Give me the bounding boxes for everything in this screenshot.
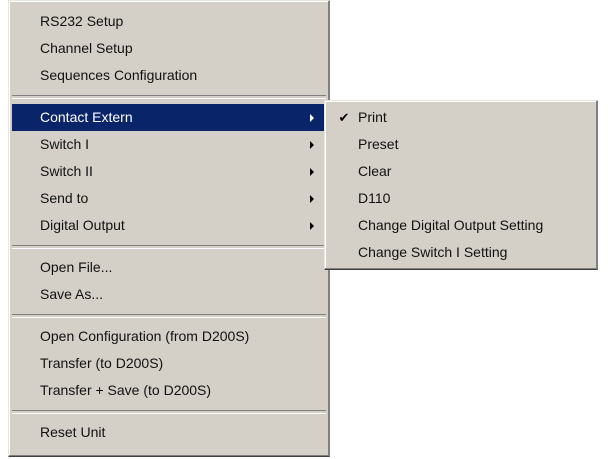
menu-item-label: Save As... bbox=[40, 286, 104, 302]
menu-item-label: Switch I bbox=[40, 136, 90, 152]
submenu-item-label: Preset bbox=[358, 136, 399, 152]
menu-item-label: Switch II bbox=[40, 163, 93, 179]
menu-item-send-to[interactable]: Send to bbox=[12, 185, 326, 212]
menu-item-reset-unit[interactable]: Reset Unit bbox=[12, 419, 326, 446]
submenu-item-print[interactable]: ✔ Print bbox=[328, 104, 594, 131]
checkmark-icon: ✔ bbox=[338, 110, 350, 125]
submenu-arrow-icon bbox=[310, 222, 314, 230]
menu-item-label: Open Configuration (from D200S) bbox=[40, 328, 250, 344]
submenu-arrow-icon bbox=[310, 195, 314, 203]
submenu-item-clear[interactable]: Clear bbox=[328, 158, 594, 185]
submenu-item-label: Change Digital Output Setting bbox=[358, 217, 544, 233]
submenu-arrow-icon bbox=[310, 168, 314, 176]
submenu-item-preset[interactable]: Preset bbox=[328, 131, 594, 158]
menu-item-digital-output[interactable]: Digital Output bbox=[12, 212, 326, 239]
submenu-item-change-switch-i-setting[interactable]: Change Switch I Setting bbox=[328, 239, 594, 266]
menu-item-label: Reset Unit bbox=[40, 424, 106, 440]
submenu-item-d110[interactable]: D110 bbox=[328, 185, 594, 212]
contact-extern-submenu: ✔ Print Preset Clear D110 Change Digital… bbox=[324, 100, 598, 270]
menu-item-label: Send to bbox=[40, 190, 89, 206]
menu-item-label: Transfer + Save (to D200S) bbox=[40, 382, 212, 398]
menu-item-transfer-save[interactable]: Transfer + Save (to D200S) bbox=[12, 377, 326, 404]
submenu-item-change-digital-output-setting[interactable]: Change Digital Output Setting bbox=[328, 212, 594, 239]
screen: RS232 Setup Channel Setup Sequences Conf… bbox=[0, 0, 608, 459]
menu-item-label: Channel Setup bbox=[40, 40, 133, 56]
submenu-arrow-icon bbox=[310, 141, 314, 149]
menu-separator bbox=[12, 95, 326, 99]
menu-item-rs232-setup[interactable]: RS232 Setup bbox=[12, 8, 326, 35]
menu-item-open-configuration[interactable]: Open Configuration (from D200S) bbox=[12, 323, 326, 350]
menu-item-contact-extern[interactable]: Contact Extern bbox=[12, 104, 326, 131]
menu-separator bbox=[12, 410, 326, 414]
main-context-menu: RS232 Setup Channel Setup Sequences Conf… bbox=[8, 0, 330, 457]
submenu-item-label: Change Switch I Setting bbox=[358, 244, 508, 260]
menu-item-transfer[interactable]: Transfer (to D200S) bbox=[12, 350, 326, 377]
menu-item-label: Open File... bbox=[40, 259, 113, 275]
menu-separator bbox=[12, 314, 326, 318]
menu-item-label: RS232 Setup bbox=[40, 13, 124, 29]
menu-item-save-as[interactable]: Save As... bbox=[12, 281, 326, 308]
menu-item-switch-ii[interactable]: Switch II bbox=[12, 158, 326, 185]
submenu-item-label: Print bbox=[358, 109, 387, 125]
submenu-item-label: Clear bbox=[358, 163, 392, 179]
menu-item-label: Digital Output bbox=[40, 217, 125, 233]
menu-item-sequences-configuration[interactable]: Sequences Configuration bbox=[12, 62, 326, 89]
submenu-arrow-icon bbox=[310, 114, 314, 122]
menu-item-label: Transfer (to D200S) bbox=[40, 355, 164, 371]
menu-separator bbox=[12, 245, 326, 249]
menu-item-label: Contact Extern bbox=[40, 109, 133, 125]
menu-item-switch-i[interactable]: Switch I bbox=[12, 131, 326, 158]
menu-item-label: Sequences Configuration bbox=[40, 67, 198, 83]
menu-item-channel-setup[interactable]: Channel Setup bbox=[12, 35, 326, 62]
submenu-item-label: D110 bbox=[358, 190, 391, 206]
menu-item-open-file[interactable]: Open File... bbox=[12, 254, 326, 281]
